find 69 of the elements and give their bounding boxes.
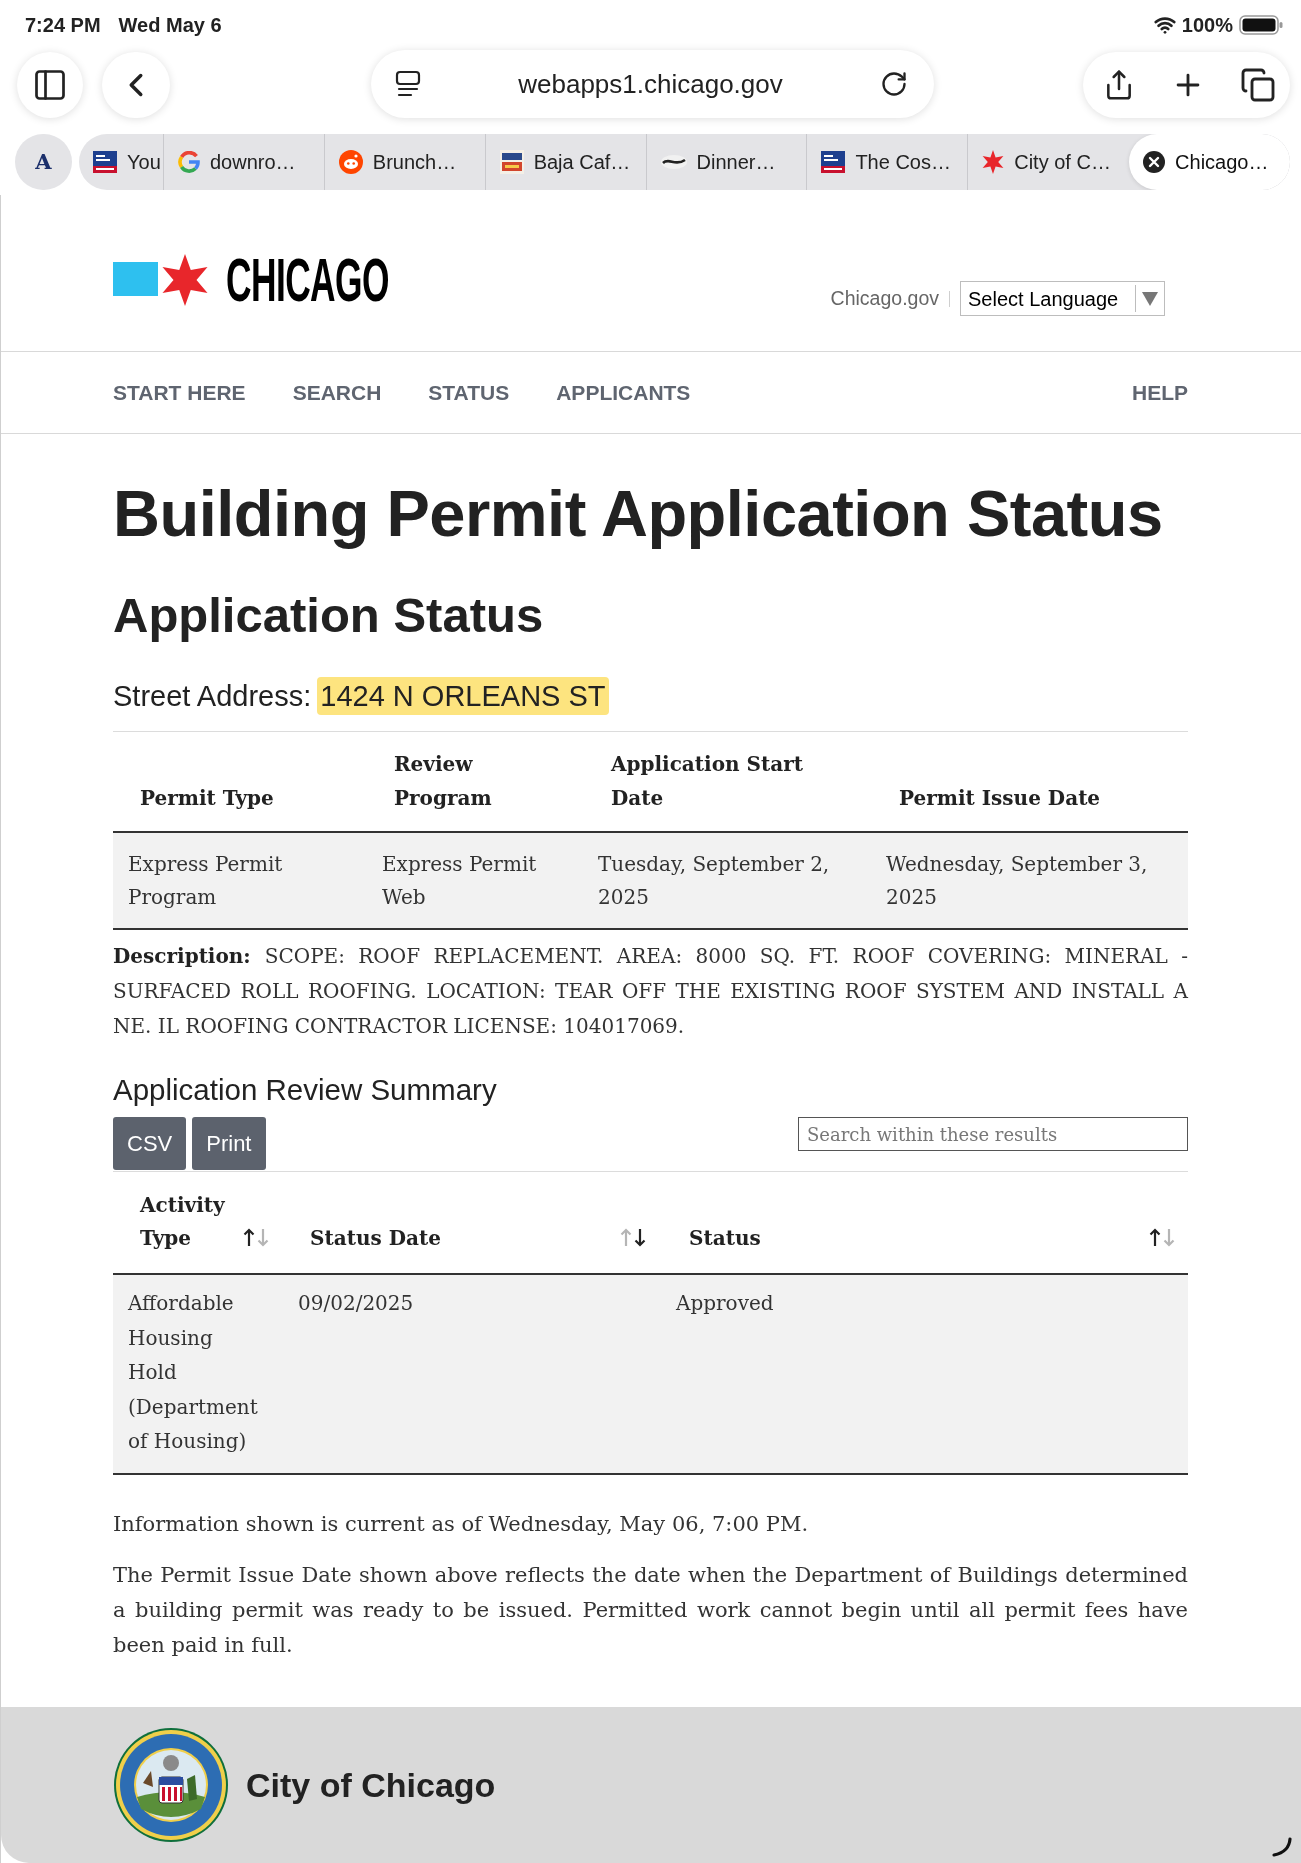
logo-text[interactable]: CHICAGO: [226, 249, 389, 311]
table-cell-text: Wednesday, September 3, 2025: [885, 851, 1149, 911]
csv-button[interactable]: CSV: [113, 1117, 187, 1170]
address-value: 1424 N ORLEANS ST: [317, 677, 609, 715]
star-icon: [982, 150, 1005, 174]
table-cell-text: Tuesday, September 2, 2025: [597, 851, 831, 911]
reload-icon[interactable]: [880, 70, 908, 98]
nav-link[interactable]: START HERE: [113, 376, 246, 409]
cafe-logo-icon: [499, 150, 524, 174]
page-menu-icon[interactable]: [395, 70, 421, 98]
browser-tab[interactable]: Brunch…: [324, 134, 486, 190]
info-note: Information shown is current as of Wednesday, May 06, 7:00 PM.: [113, 1510, 810, 1538]
tabs-icon[interactable]: [1240, 67, 1276, 103]
search-field[interactable]: Search within these results: [798, 1117, 1188, 1151]
sidebar-icon: [32, 67, 68, 103]
section-title: Application Status: [113, 587, 545, 644]
wifi-icon: [1153, 14, 1176, 36]
browser-tab[interactable]: Chicago…: [1129, 134, 1290, 190]
table-cell-text: Express Permit Web: [381, 851, 538, 911]
column-header[interactable]: Activity Type: [140, 1189, 230, 1255]
browser-tab[interactable]: Dinner…: [646, 134, 808, 190]
column-header: Application Start Date: [609, 751, 804, 812]
section-title: Application Review Summary: [113, 1073, 498, 1107]
column-header: Permit Issue Date: [898, 785, 1102, 812]
browser-tab[interactable]: You: [79, 134, 164, 190]
mascot-face-icon: [338, 150, 363, 174]
back-button[interactable]: [102, 52, 170, 118]
column-header: Review Program: [393, 751, 493, 812]
browser-tab[interactable]: Baja Caf…: [485, 134, 647, 190]
nav-link[interactable]: APPLICANTS: [556, 376, 691, 409]
sort-arrows-icon[interactable]: [1149, 1228, 1176, 1247]
site-link[interactable]: Chicago.gov: [830, 283, 939, 314]
g-logo-icon: [177, 151, 200, 173]
browser-tab[interactable]: The Cos…: [807, 134, 969, 190]
browser-tab[interactable]: City of C…: [968, 134, 1130, 190]
close-icon[interactable]: [1143, 151, 1166, 173]
table-cell-text: Express Permit Program: [127, 851, 284, 911]
battery-icon: [1239, 15, 1283, 35]
table-cell: Approved: [676, 1291, 774, 1315]
sort-arrows-icon[interactable]: [243, 1228, 270, 1247]
page-title: Building Permit Application Status: [113, 476, 1164, 552]
nav-link[interactable]: HELP: [1132, 376, 1188, 409]
table-cell: Affordable Housing Hold (Department of Housing): [128, 1291, 258, 1453]
sort-arrows-icon[interactable]: [620, 1228, 647, 1247]
news-logo-icon: [93, 151, 117, 173]
info-note: The Permit Issue Date shown above reflects the date when the Department of Buildings determined a building permit was ready to be issued. Permitted work cannot begin until all permit fees have been paid in full.: [113, 1561, 1188, 1659]
address-label: Street Address:: [113, 679, 312, 714]
column-header: Permit Type: [139, 785, 275, 812]
resize-corner-icon[interactable]: [1271, 1837, 1293, 1857]
news-logo-icon: [821, 151, 846, 173]
address-bar[interactable]: webapps1.chicago.gov: [371, 50, 934, 118]
sidebar-button[interactable]: [17, 52, 83, 118]
status-date: Wed May 6: [118, 13, 222, 38]
print-button[interactable]: Print: [192, 1117, 266, 1170]
column-header[interactable]: Status Date: [310, 1222, 441, 1255]
language-select[interactable]: Select Language: [960, 281, 1165, 316]
tab-group-button[interactable]: A: [15, 134, 72, 190]
table-cell: 09/02/2025: [298, 1291, 414, 1315]
swoosh-logo-icon: [660, 155, 687, 169]
status-time: 7:24 PM: [25, 13, 101, 38]
nav-link[interactable]: STATUS: [428, 376, 510, 409]
browser-tab[interactable]: downro…: [163, 134, 325, 190]
city-seal-icon: [113, 1727, 229, 1843]
battery-percentage: 100%: [1181, 13, 1233, 38]
footer-title: City of Chicago: [246, 1764, 496, 1806]
column-header[interactable]: Status: [689, 1222, 761, 1255]
nav-link[interactable]: SEARCH: [292, 376, 382, 409]
dropdown-triangle-icon: [1142, 291, 1158, 306]
description: Description: SCOPE: ROOF REPLACEMENT. AREA: 8000 SQ. FT. ROOF COVERING: MINERAL - SURFACED ROLL ROOFING. LOCATION: TEAR OFF THE EXISTING ROOF SYSTEM AND INSTALL A NE. IL ROOFING CONTRACTOR LICENSE: 104017069.: [113, 943, 1188, 1040]
